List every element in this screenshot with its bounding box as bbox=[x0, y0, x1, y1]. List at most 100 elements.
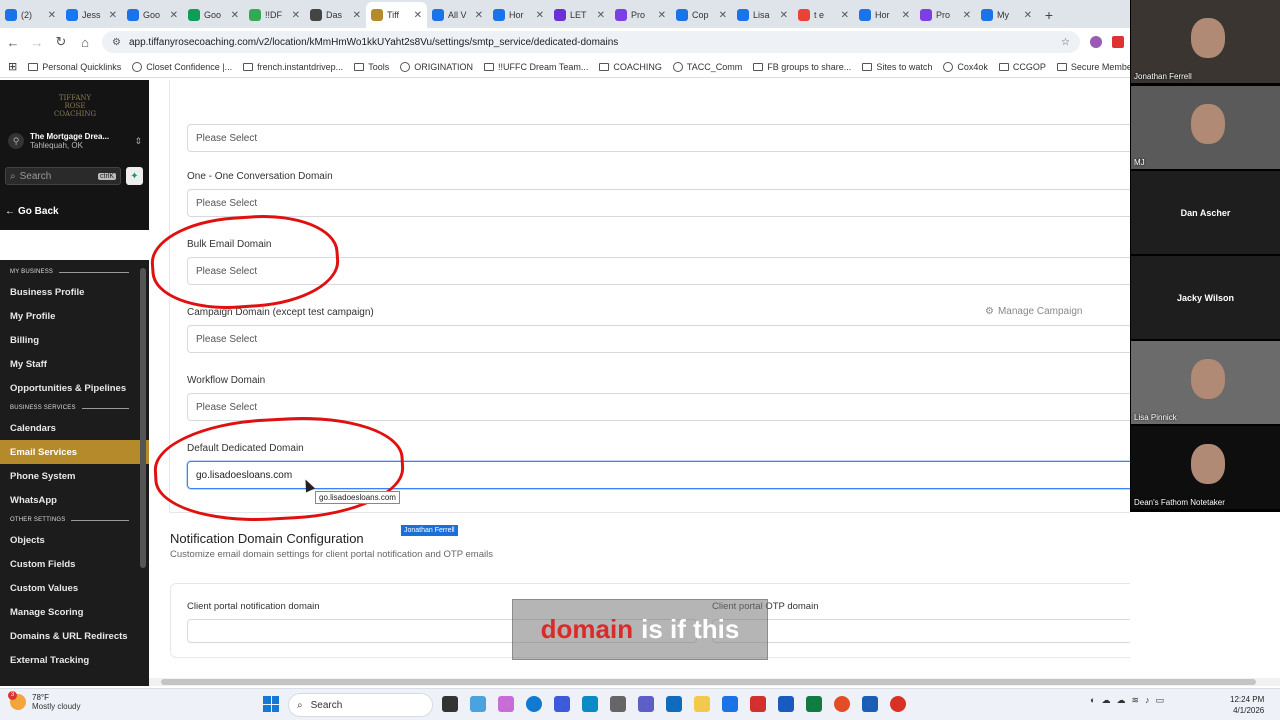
bookmark-item[interactable]: CCGOP bbox=[998, 62, 1046, 72]
bookmark-item[interactable]: Personal Quicklinks bbox=[28, 62, 121, 72]
edge-icon[interactable] bbox=[526, 696, 542, 712]
browser-tab[interactable]: Cop ✕ bbox=[671, 2, 732, 28]
word-icon[interactable] bbox=[778, 696, 794, 712]
battery-icon[interactable]: ▭ bbox=[1155, 695, 1164, 706]
teams-icon[interactable] bbox=[638, 696, 654, 712]
app-icon[interactable] bbox=[610, 696, 626, 712]
browser-tab[interactable]: LET ✕ bbox=[549, 2, 610, 28]
apps-grid-icon[interactable]: ⊞ bbox=[8, 60, 17, 73]
go-back-button[interactable]: ← Go Back bbox=[5, 206, 59, 217]
app-icon[interactable] bbox=[862, 696, 878, 712]
manage-campaign-link[interactable]: ⚙ Manage Campaign bbox=[985, 306, 1082, 317]
excel-icon[interactable] bbox=[806, 696, 822, 712]
site-info-icon[interactable]: ⚙ bbox=[112, 37, 121, 48]
participant-tile[interactable]: MJ bbox=[1131, 86, 1280, 169]
bookmark-item[interactable]: ORIGINATION bbox=[400, 61, 473, 72]
sidebar-item-whatsapp[interactable]: WhatsApp bbox=[0, 488, 149, 512]
wifi-icon[interactable]: ≋ bbox=[1131, 695, 1139, 706]
horizontal-scrollbar[interactable] bbox=[149, 678, 1280, 686]
participant-tile[interactable]: Jacky Wilson bbox=[1131, 256, 1280, 339]
bookmark-item[interactable]: Cox4ok bbox=[943, 61, 988, 72]
browser-tab[interactable]: Tiff ✕ bbox=[366, 2, 427, 28]
sidebar-item-custom-values[interactable]: Custom Values bbox=[0, 576, 149, 600]
close-icon[interactable]: ✕ bbox=[475, 10, 483, 21]
participant-tile[interactable]: Jonathan Ferrell bbox=[1131, 0, 1280, 83]
sidebar-item-email-services[interactable]: Email Services bbox=[0, 440, 149, 464]
browser-tab[interactable]: My ✕ bbox=[976, 2, 1037, 28]
chrome-icon[interactable] bbox=[834, 696, 850, 712]
browser-tab[interactable]: t e ✕ bbox=[793, 2, 854, 28]
sidebar-item-external-tracking[interactable]: External Tracking bbox=[0, 648, 149, 672]
browser-tab[interactable]: Hor ✕ bbox=[854, 2, 915, 28]
participant-tile[interactable]: Lisa Pinnick bbox=[1131, 341, 1280, 424]
close-icon[interactable]: ✕ bbox=[597, 10, 605, 21]
app-icon[interactable] bbox=[722, 696, 738, 712]
sidebar-item-manage-scoring[interactable]: Manage Scoring bbox=[0, 600, 149, 624]
workflow-domain-select[interactable]: Please Select bbox=[187, 393, 1130, 421]
bookmark-item[interactable]: Sites to watch bbox=[862, 62, 932, 72]
extension-icon[interactable] bbox=[1090, 36, 1102, 48]
campaign-domain-select[interactable]: Please Select bbox=[187, 325, 1130, 353]
bookmark-star-icon[interactable]: ☆ bbox=[1061, 37, 1070, 48]
bookmark-item[interactable]: !!UFFC Dream Team... bbox=[484, 62, 588, 72]
windows-start-icon[interactable] bbox=[263, 696, 279, 712]
folder-icon[interactable] bbox=[694, 696, 710, 712]
app-icon[interactable] bbox=[554, 696, 570, 712]
sidebar-item-objects[interactable]: Objects bbox=[0, 528, 149, 552]
otp-domain-select[interactable]: ⌄ bbox=[712, 619, 1130, 643]
close-icon[interactable]: ✕ bbox=[780, 10, 788, 21]
sidebar-scrollbar[interactable] bbox=[140, 268, 146, 568]
browser-tab[interactable]: !!DF ✕ bbox=[244, 2, 305, 28]
close-icon[interactable]: ✕ bbox=[902, 10, 910, 21]
scroll-thumb[interactable] bbox=[161, 679, 1256, 685]
sidebar-item-calendars[interactable]: Calendars bbox=[0, 416, 149, 440]
browser-tab[interactable]: Lisa ✕ bbox=[732, 2, 793, 28]
location-switcher[interactable]: ⚲ The Mortgage Drea... Tahlequah, OK ⇕ bbox=[8, 132, 142, 150]
close-icon[interactable]: ✕ bbox=[231, 10, 239, 21]
back-icon[interactable]: ← bbox=[6, 35, 20, 50]
browser-tab[interactable]: Jess ✕ bbox=[61, 2, 122, 28]
sidebar-item-billing[interactable]: Billing bbox=[0, 328, 149, 352]
browser-tab[interactable]: Das ✕ bbox=[305, 2, 366, 28]
bookmark-item[interactable]: COACHING bbox=[599, 62, 662, 72]
sidebar-item-opportunities-pipelines[interactable]: Opportunities & Pipelines bbox=[0, 376, 149, 400]
close-icon[interactable]: ✕ bbox=[292, 10, 300, 21]
bookmark-item[interactable]: Tools bbox=[354, 62, 389, 72]
close-icon[interactable]: ✕ bbox=[353, 10, 361, 21]
acrobat-icon[interactable] bbox=[750, 696, 766, 712]
tray-icon[interactable]: ◐ bbox=[1090, 695, 1095, 706]
browser-tab[interactable]: Pro ✕ bbox=[915, 2, 976, 28]
taskbar-search[interactable]: ⌕ Search bbox=[288, 693, 433, 717]
outlook-icon[interactable] bbox=[666, 696, 682, 712]
cloud-icon[interactable]: ☁ bbox=[1116, 695, 1125, 706]
app-icon[interactable] bbox=[582, 696, 598, 712]
system-clock[interactable]: 12:24 PM 4/1/2026 bbox=[1230, 694, 1264, 716]
browser-tab[interactable]: (2) ✕ bbox=[0, 2, 61, 28]
browser-tab[interactable]: Goo ✕ bbox=[122, 2, 183, 28]
extension-icon[interactable] bbox=[1112, 36, 1124, 48]
browser-tab[interactable]: Goo ✕ bbox=[183, 2, 244, 28]
sidebar-item-my-staff[interactable]: My Staff bbox=[0, 352, 149, 376]
reload-icon[interactable]: ↻ bbox=[54, 34, 68, 50]
close-icon[interactable]: ✕ bbox=[170, 10, 178, 21]
speaker-icon[interactable]: ♪ bbox=[1145, 695, 1150, 706]
close-icon[interactable]: ✕ bbox=[658, 10, 666, 21]
close-icon[interactable]: ✕ bbox=[1024, 10, 1032, 21]
one-one-domain-select[interactable]: Please Select bbox=[187, 189, 1130, 217]
sidebar-item-my-profile[interactable]: My Profile bbox=[0, 304, 149, 328]
new-tab-icon[interactable]: + bbox=[1037, 2, 1061, 28]
participant-tile[interactable]: Dan Ascher bbox=[1131, 171, 1280, 254]
bookmark-item[interactable]: french.instantdrivep... bbox=[243, 62, 343, 72]
weather-widget[interactable]: 3 78°F Mostly cloudy bbox=[8, 691, 80, 711]
bookmark-item[interactable]: FB groups to share... bbox=[753, 62, 851, 72]
sidebar-item-domains-url-redirects[interactable]: Domains & URL Redirects bbox=[0, 624, 149, 648]
cloud-icon[interactable]: ☁ bbox=[1101, 695, 1110, 706]
bookmark-item[interactable]: Closet Confidence |... bbox=[132, 61, 232, 72]
bookmark-item[interactable]: Secure Member Log... bbox=[1056, 62, 1130, 72]
sidebar-item-custom-fields[interactable]: Custom Fields bbox=[0, 552, 149, 576]
close-icon[interactable]: ✕ bbox=[414, 10, 422, 21]
ai-assist-button[interactable]: ✦ bbox=[126, 167, 143, 185]
app-icon[interactable] bbox=[442, 696, 458, 712]
close-icon[interactable]: ✕ bbox=[963, 10, 971, 21]
forward-icon[interactable]: → bbox=[30, 35, 44, 50]
